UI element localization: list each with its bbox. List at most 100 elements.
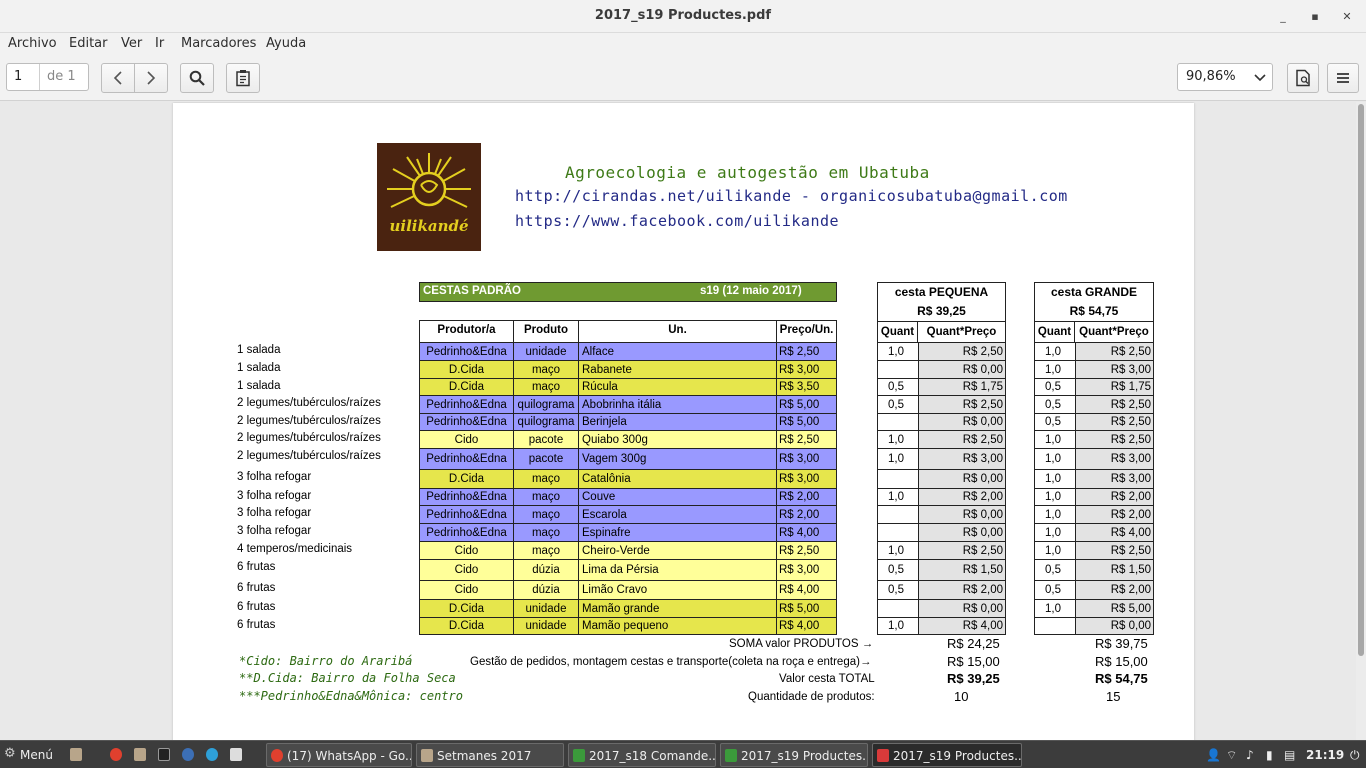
row-product: Espinafre (578, 524, 776, 542)
row-small-quant[interactable]: 1,0 (877, 489, 918, 506)
header-links[interactable]: http://cirandas.net/uilikande - organico… (515, 187, 1068, 205)
row-large-quant[interactable]: 0,5 (1034, 414, 1075, 431)
launcher-thunderbird[interactable] (178, 743, 198, 767)
task-s19-productes-sheet[interactable]: 2017_s19 Productes... (720, 743, 868, 767)
battery-icon[interactable]: ▮ (1266, 743, 1280, 767)
row-large-quant[interactable]: 1,0 (1034, 361, 1075, 379)
power-icon[interactable]: ⏻ (1350, 743, 1364, 767)
row-large-quant[interactable]: 1,0 (1034, 489, 1075, 506)
row-small-quant[interactable]: 1,0 (877, 431, 918, 449)
menu-editar[interactable]: Editar (69, 36, 108, 51)
zoom-select[interactable]: 90,86% (1177, 63, 1273, 91)
vertical-scrollbar[interactable] (1356, 102, 1366, 740)
row-price: R$ 3,00 (776, 361, 837, 379)
row-small-quant[interactable]: 1,0 (877, 449, 918, 470)
row-category: 2 legumes/tubérculos/raízes (237, 450, 381, 462)
row-price: R$ 5,00 (776, 600, 837, 618)
document-properties-button[interactable] (1287, 63, 1319, 93)
row-product: Catalônia (578, 470, 776, 489)
menu-ayuda[interactable]: Ayuda (266, 36, 306, 51)
page-current-input[interactable]: 1 (7, 64, 40, 90)
start-menu-button[interactable]: ⚙ Menú (0, 743, 62, 767)
row-category: 1 salada (237, 380, 281, 392)
launcher-terminal[interactable] (154, 743, 174, 767)
search-button[interactable] (180, 63, 214, 93)
row-large-quant[interactable]: 1,0 (1034, 343, 1075, 361)
row-price: R$ 3,50 (776, 379, 837, 396)
task-setmanes[interactable]: Setmanes 2017 (416, 743, 564, 767)
wifi-icon[interactable]: ⌔ (1226, 743, 1240, 767)
header-facebook-link[interactable]: https://www.facebook.com/uilikande (515, 212, 839, 230)
menu-button[interactable] (1327, 63, 1359, 93)
menu-archivo[interactable]: Archivo (8, 36, 57, 51)
footer-count-small: 10 (954, 689, 969, 704)
row-large-quant[interactable]: 0,5 (1034, 560, 1075, 581)
menu-ir[interactable]: Ir (155, 36, 164, 51)
toolbar: 1 de 1 90,86% (0, 55, 1366, 101)
menu-ver[interactable]: Ver (121, 36, 142, 51)
task-s18-comandes[interactable]: 2017_s18 Comande... (568, 743, 716, 767)
document-icon (230, 748, 242, 761)
row-small-quant[interactable]: 1,0 (877, 343, 918, 361)
col-header-unit: Un. (579, 321, 777, 342)
row-product: Rúcula (578, 379, 776, 396)
row-small-quant[interactable]: 0,5 (877, 560, 918, 581)
row-large-quant[interactable]: 0,5 (1034, 581, 1075, 600)
launcher-documents[interactable] (226, 743, 246, 767)
row-large-quant[interactable]: 1,0 (1034, 431, 1075, 449)
row-large-quant[interactable]: 1,0 (1034, 506, 1075, 524)
launcher-home[interactable] (130, 743, 150, 767)
next-page-button[interactable] (134, 63, 168, 93)
user-icon[interactable]: 👤 (1206, 743, 1220, 767)
clipboard-icon (236, 70, 250, 87)
row-small-quant[interactable] (877, 524, 918, 542)
row-large-quant[interactable]: 1,0 (1034, 524, 1075, 542)
chevron-down-icon (1254, 74, 1266, 82)
row-large-quant[interactable] (1034, 618, 1075, 635)
row-small-quant[interactable] (877, 470, 918, 489)
page-selector[interactable]: 1 de 1 (6, 63, 89, 91)
task-s19-productes-pdf[interactable]: 2017_s19 Productes... (872, 743, 1022, 767)
menu-marcadores[interactable]: Marcadores (181, 36, 256, 51)
row-small-quant[interactable] (877, 414, 918, 431)
row-small-quant[interactable]: 0,5 (877, 379, 918, 396)
row-small-quant[interactable]: 0,5 (877, 396, 918, 414)
row-producer: D.Cida (419, 379, 513, 396)
close-button[interactable]: ✕ (1339, 9, 1355, 25)
row-large-quant[interactable]: 1,0 (1034, 449, 1075, 470)
row-large-quant[interactable]: 0,5 (1034, 396, 1075, 414)
maximize-button[interactable]: ▪ (1307, 9, 1323, 25)
minimize-button[interactable]: _ (1275, 9, 1291, 25)
row-small-total: R$ 2,50 (918, 542, 1006, 560)
row-large-quant[interactable]: 1,0 (1034, 470, 1075, 489)
task-whatsapp[interactable]: (17) WhatsApp - Go... (266, 743, 412, 767)
row-small-quant[interactable] (877, 600, 918, 618)
row-large-quant[interactable]: 1,0 (1034, 542, 1075, 560)
launcher-chrome[interactable] (106, 743, 126, 767)
row-price: R$ 3,00 (776, 449, 837, 470)
row-category: 4 temperos/medicinais (237, 543, 353, 555)
launcher-files[interactable] (66, 743, 86, 767)
previous-page-button[interactable] (101, 63, 135, 93)
row-small-quant[interactable]: 1,0 (877, 618, 918, 635)
clock[interactable]: 21:19 (1306, 743, 1346, 767)
row-small-quant[interactable]: 0,5 (877, 581, 918, 600)
document-viewer[interactable]: uilikandé Agroecologia e autogestão em U… (0, 102, 1356, 740)
row-large-quant[interactable]: 1,0 (1034, 600, 1075, 618)
row-small-quant[interactable] (877, 506, 918, 524)
row-small-quant[interactable] (877, 361, 918, 379)
row-large-quant[interactable]: 0,5 (1034, 379, 1075, 396)
row-small-quant[interactable]: 1,0 (877, 542, 918, 560)
footer-service-small: R$ 15,00 (947, 654, 1000, 669)
producer-note-pedrinho: ***Pedrinho&Edna&Mônica: centro (239, 689, 463, 703)
chevron-right-icon (147, 71, 156, 85)
large-col-quant: Quant (1035, 321, 1075, 343)
clipboard-tray-icon[interactable]: ▤ (1284, 743, 1298, 767)
small-col-quant: Quant (878, 321, 918, 343)
annotations-button[interactable] (226, 63, 260, 93)
row-product: Cheiro-Verde (578, 542, 776, 560)
launcher-telegram[interactable] (202, 743, 222, 767)
volume-icon[interactable]: ♪ (1246, 743, 1260, 767)
scrollbar-thumb[interactable] (1358, 104, 1364, 656)
pdf-icon (877, 749, 889, 762)
